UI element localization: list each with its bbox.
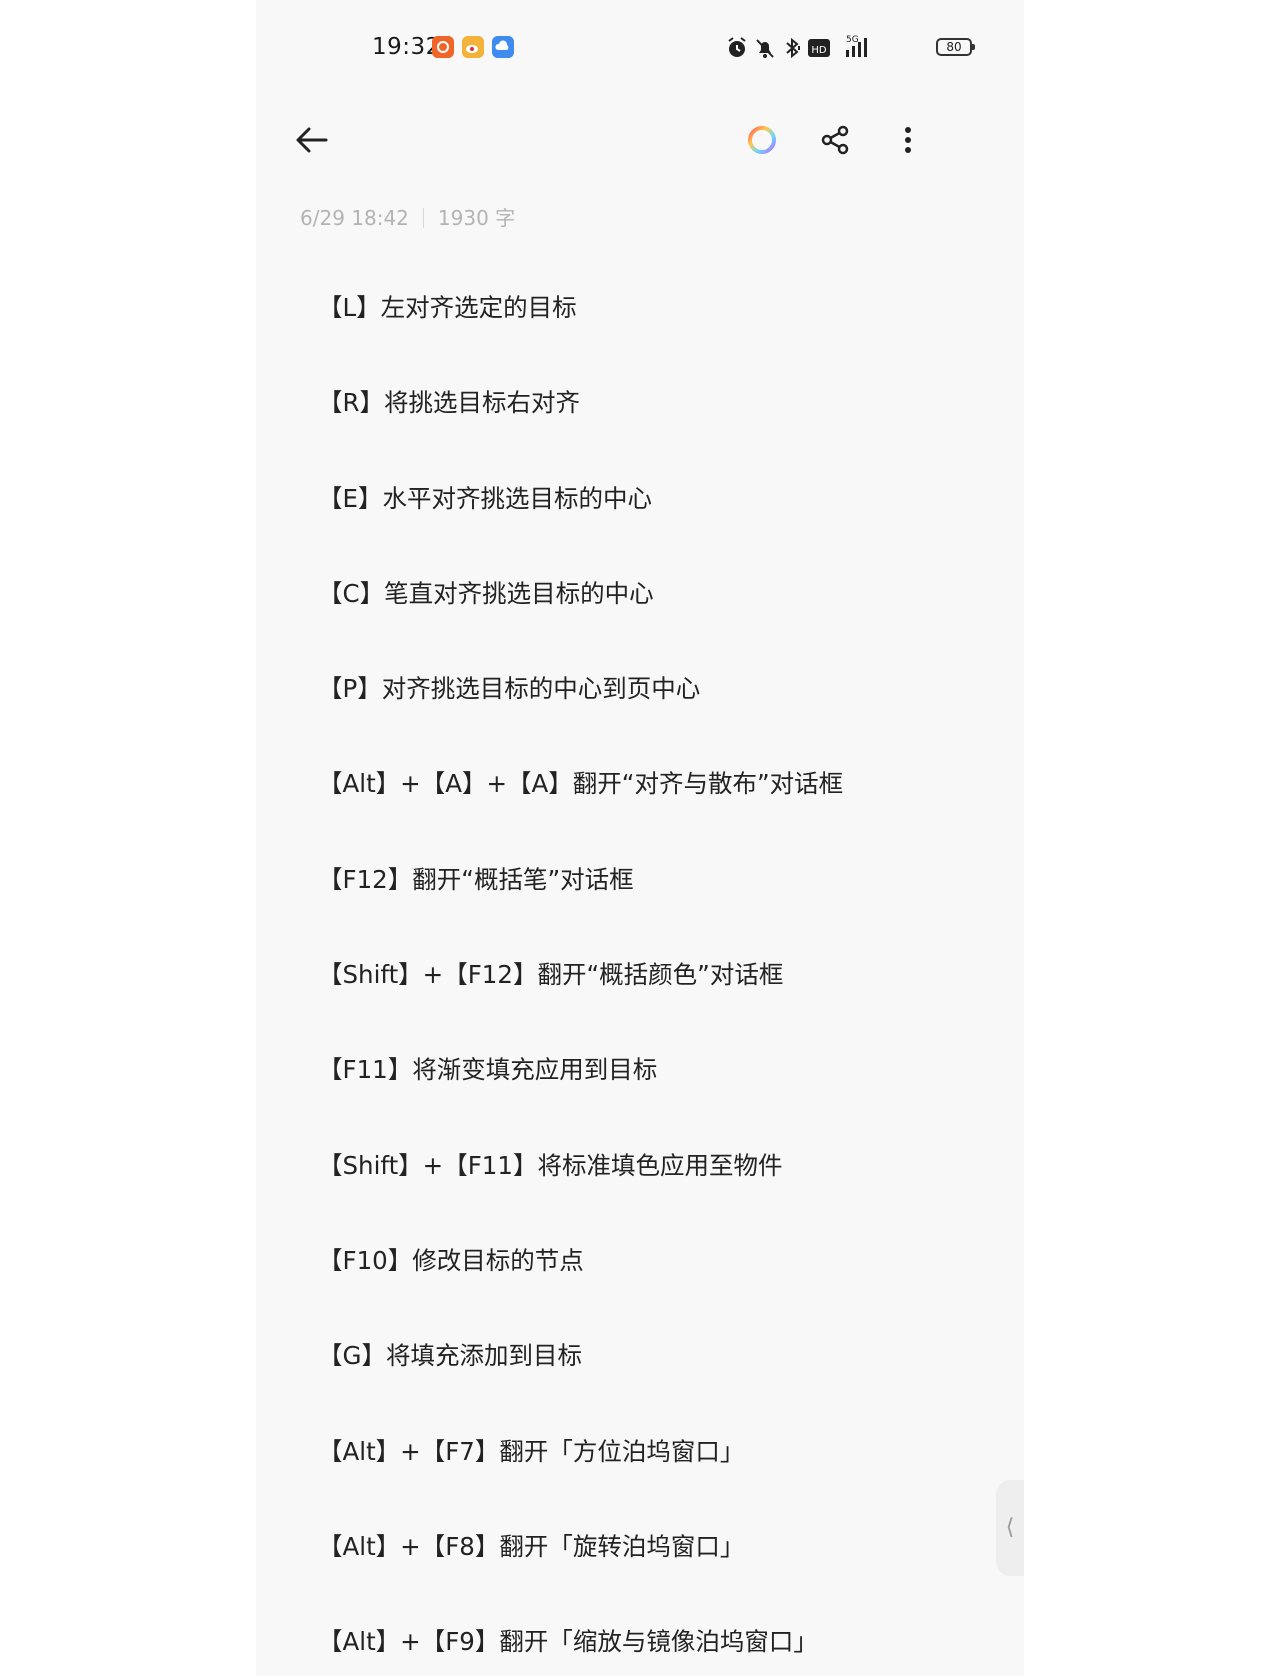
note-line: 【L】左对齐选定的目标	[318, 293, 577, 322]
more-vertical-icon	[905, 127, 911, 153]
battery-level: 80	[946, 40, 962, 54]
signal-5g-icon: 5G	[840, 32, 874, 57]
arrow-left-icon	[296, 127, 328, 153]
theme-color-button[interactable]	[740, 118, 784, 162]
hd-label: HD	[811, 45, 827, 56]
note-line: 【Alt】+【A】+【A】翻开“对齐与散布”对话框	[318, 769, 844, 799]
note-line: 【Shift】+【F11】将标准填色应用至物件	[318, 1150, 783, 1180]
chevron-left-icon: ⟨	[1005, 1515, 1015, 1540]
color-ring-icon	[748, 126, 776, 154]
share-icon	[821, 125, 849, 155]
alarm-icon	[726, 36, 748, 60]
battery-indicator: 80	[936, 38, 975, 56]
note-toolbar	[256, 100, 1024, 180]
note-body[interactable]: 【L】左对齐选定的目标 【R】将挑选目标右对齐 【E】水平对齐挑选目标的中心 【…	[318, 290, 978, 1676]
note-word-count: 1930 字	[437, 206, 516, 230]
note-line: 【Alt】+【F7】翻开「方位泊坞窗口」	[318, 1436, 745, 1466]
note-line: 【Shift】+【F12】翻开“概括颜色”对话框	[318, 960, 784, 990]
edge-panel-handle[interactable]: ⟨	[996, 1480, 1024, 1576]
notes-screen: 19:32 HD 5G 80 6/29 18:42 1930 字 【L】左对齐选…	[256, 0, 1024, 1676]
note-line: 【R】将挑选目标右对齐	[318, 388, 581, 418]
bluetooth-icon	[782, 36, 804, 60]
note-line: 【G】将填充添加到目标	[318, 1341, 582, 1371]
mute-bell-icon	[754, 36, 776, 60]
share-button[interactable]	[814, 118, 858, 162]
note-meta: 6/29 18:42 1930 字	[300, 202, 515, 231]
status-bar: 19:32 HD 5G 80	[256, 0, 1024, 98]
app-notification-icon	[432, 36, 454, 58]
hd-voice-icon: HD	[808, 38, 830, 62]
weibo-icon	[462, 36, 484, 58]
network-label: 5G	[846, 35, 859, 45]
note-line: 【F10】修改目标的节点	[318, 1245, 584, 1275]
note-line: 【F12】翻开“概括笔”对话框	[318, 864, 634, 894]
meta-divider	[422, 208, 424, 228]
note-line: 【E】水平对齐挑选目标的中心	[318, 483, 652, 513]
note-line: 【C】笔直对齐挑选目标的中心	[318, 578, 654, 608]
back-button[interactable]	[290, 118, 334, 162]
more-options-button[interactable]	[886, 118, 930, 162]
note-line: 【Alt】+【F9】翻开「缩放与镜像泊坞窗口」	[318, 1627, 818, 1657]
note-line: 【Alt】+【F8】翻开「旋转泊坞窗口」	[318, 1531, 745, 1561]
cloud-app-icon	[492, 36, 514, 58]
status-time: 19:32	[372, 34, 441, 60]
note-line: 【F11】将渐变填充应用到目标	[318, 1055, 658, 1085]
note-datetime: 6/29 18:42	[300, 206, 409, 230]
note-line: 【P】对齐挑选目标的中心到页中心	[318, 674, 701, 704]
